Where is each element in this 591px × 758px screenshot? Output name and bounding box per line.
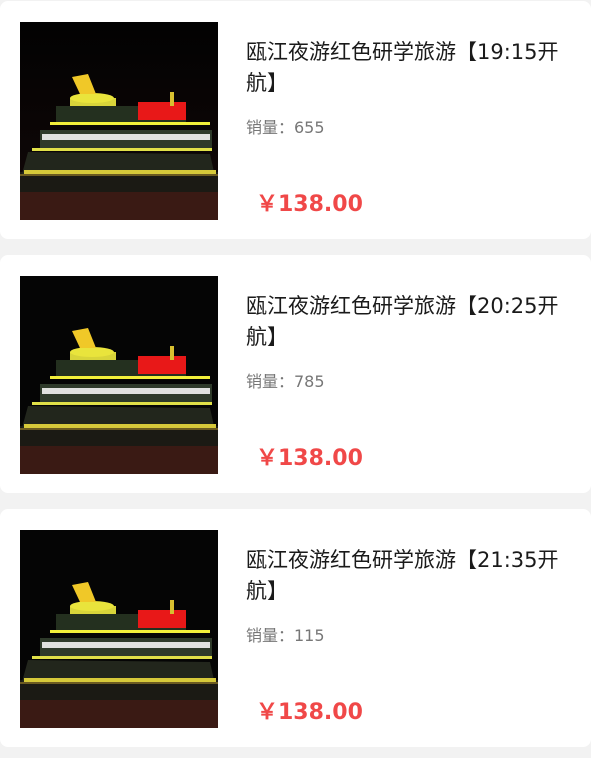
sales-count: 销量：785 xyxy=(246,372,325,391)
product-title[interactable]: 瓯江夜游红色研学旅游【21:35开航】 xyxy=(246,545,564,607)
sales-count: 销量：115 xyxy=(246,626,325,645)
product-list: 瓯江夜游红色研学旅游【19:15开航】 销量：655 ￥138.00 瓯江夜游红… xyxy=(0,0,591,758)
product-price: ￥138.00 xyxy=(256,192,363,217)
product-image[interactable] xyxy=(20,530,218,728)
product-card[interactable]: 瓯江夜游红色研学旅游【21:35开航】 销量：115 ￥138.00 xyxy=(0,509,591,747)
night-cruise-ship-image xyxy=(20,22,218,220)
product-price: ￥138.00 xyxy=(256,700,363,725)
product-card[interactable]: 瓯江夜游红色研学旅游【19:15开航】 销量：655 ￥138.00 xyxy=(0,1,591,239)
sales-count: 销量：655 xyxy=(246,118,325,137)
product-price: ￥138.00 xyxy=(256,446,363,471)
product-image[interactable] xyxy=(20,22,218,220)
night-cruise-ship-image xyxy=(20,276,218,474)
product-card[interactable]: 瓯江夜游红色研学旅游【20:25开航】 销量：785 ￥138.00 xyxy=(0,255,591,493)
night-cruise-ship-image xyxy=(20,530,218,728)
product-title[interactable]: 瓯江夜游红色研学旅游【19:15开航】 xyxy=(246,37,564,99)
product-title[interactable]: 瓯江夜游红色研学旅游【20:25开航】 xyxy=(246,291,564,353)
product-image[interactable] xyxy=(20,276,218,474)
